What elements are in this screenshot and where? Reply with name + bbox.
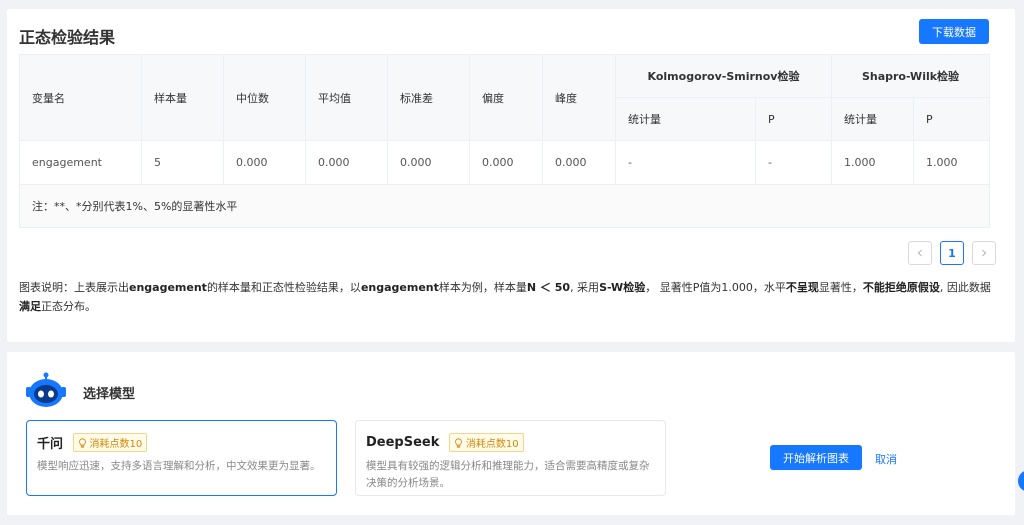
header-sw-p: P bbox=[913, 97, 990, 141]
page-title: 正态检验结果 bbox=[19, 28, 116, 47]
chevron-right-icon bbox=[982, 249, 987, 257]
chevron-left-icon bbox=[917, 249, 922, 257]
lightbulb-icon bbox=[78, 437, 86, 448]
normality-test-table: 变量名 样本量 中位数 平均值 标准差 偏度 峰度 Kolmogorov-Smi… bbox=[19, 54, 990, 228]
model-description: 模型响应迅速，支持多语言理解和分析，中文效果更为显著。 bbox=[37, 460, 321, 472]
header-mean: 平均值 bbox=[305, 54, 388, 141]
help-float-button[interactable] bbox=[1018, 470, 1024, 492]
cell-median: 0.000 bbox=[223, 140, 306, 185]
start-analysis-button[interactable]: 开始解析图表 bbox=[770, 445, 862, 470]
model-description: 模型具有较强的逻辑分析和推理能力，适合需要高精度或复杂决策的分析场景。 bbox=[366, 460, 650, 489]
cost-badge: 消耗点数10 bbox=[72, 433, 148, 452]
page-1-button[interactable]: 1 bbox=[940, 241, 964, 265]
cell-ks-p: - bbox=[755, 140, 832, 185]
cell-sw-stat: 1.000 bbox=[831, 140, 914, 185]
model-name: 千问 bbox=[37, 437, 64, 452]
chart-description: 图表说明：上表展示出engagement的样本量和正态性检验结果，以engage… bbox=[19, 281, 991, 313]
cell-std: 0.000 bbox=[387, 140, 470, 185]
model-option-deepseek[interactable]: DeepSeek 消耗点数10 模型具有较强的逻辑分析和推理能力，适合需要高精度… bbox=[355, 420, 666, 496]
header-ks-stat: 统计量 bbox=[615, 97, 756, 141]
header-variable: 变量名 bbox=[19, 54, 142, 141]
header-sample-size: 样本量 bbox=[141, 54, 224, 141]
table-note: 注：**、*分别代表1%、5%的显著性水平 bbox=[19, 184, 990, 228]
robot-icon bbox=[26, 372, 66, 407]
cell-sample-size: 5 bbox=[141, 140, 224, 185]
model-option-qianwen[interactable]: 千问 消耗点数10 模型响应迅速，支持多语言理解和分析，中文效果更为显著。 bbox=[26, 420, 337, 496]
cell-skewness: 0.000 bbox=[469, 140, 543, 185]
table-row: engagement 5 0.000 0.000 0.000 0.000 0.0… bbox=[19, 140, 990, 185]
model-name: DeepSeek bbox=[366, 435, 440, 450]
header-kurtosis: 峰度 bbox=[542, 54, 616, 141]
cell-sw-p: 1.000 bbox=[913, 140, 990, 185]
model-select-title: 选择模型 bbox=[83, 387, 136, 402]
header-std: 标准差 bbox=[387, 54, 470, 141]
cell-variable: engagement bbox=[19, 140, 142, 185]
prev-page-button[interactable] bbox=[908, 241, 932, 265]
download-data-button[interactable]: 下载数据 bbox=[919, 19, 989, 44]
lightbulb-icon bbox=[455, 437, 462, 448]
header-median: 中位数 bbox=[223, 54, 306, 141]
cancel-link[interactable]: 取消 bbox=[875, 451, 897, 467]
header-sw-stat: 统计量 bbox=[831, 97, 914, 141]
cell-mean: 0.000 bbox=[305, 140, 388, 185]
header-sw-group: Shapro-Wilk检验 bbox=[831, 54, 990, 98]
cell-kurtosis: 0.000 bbox=[542, 140, 616, 185]
header-ks-group: Kolmogorov-Smirnov检验 bbox=[615, 54, 832, 98]
header-ks-p: P bbox=[755, 97, 832, 141]
header-skewness: 偏度 bbox=[469, 54, 543, 141]
next-page-button[interactable] bbox=[972, 241, 996, 265]
cell-ks-stat: - bbox=[615, 140, 756, 185]
cost-badge: 消耗点数10 bbox=[448, 433, 524, 452]
